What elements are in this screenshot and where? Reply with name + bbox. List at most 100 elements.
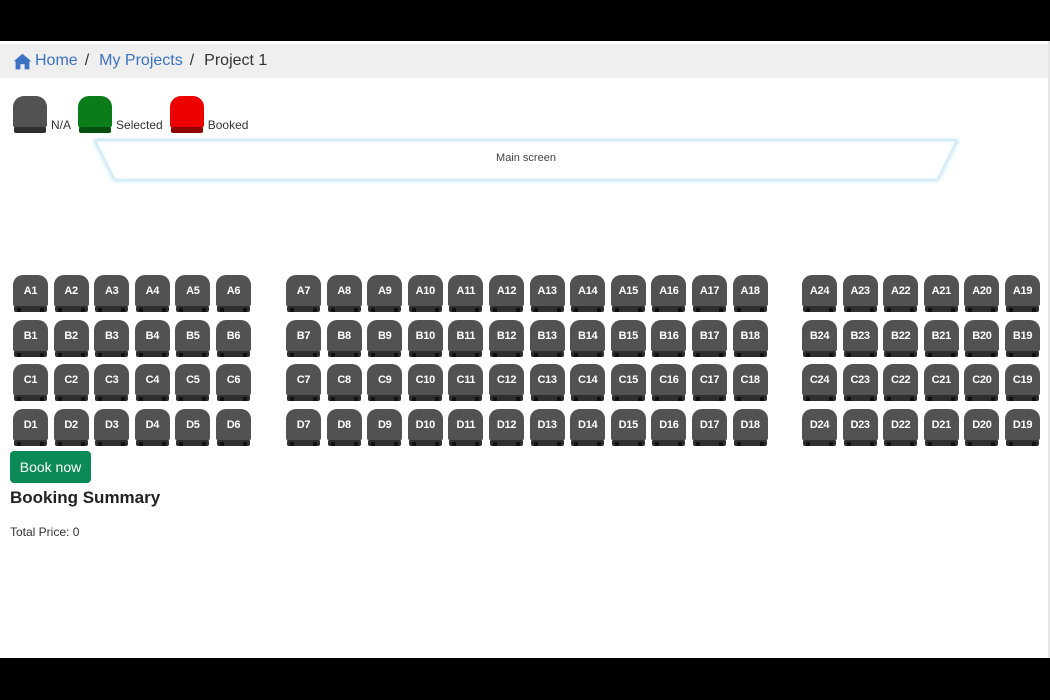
- seat-b7[interactable]: B7: [286, 320, 321, 358]
- seat-d6[interactable]: D6: [216, 409, 251, 447]
- seat-a1[interactable]: A1: [13, 275, 48, 313]
- seat-d17[interactable]: D17: [692, 409, 727, 447]
- seat-c15[interactable]: C15: [610, 364, 646, 402]
- seat-a14[interactable]: A14: [570, 275, 606, 313]
- seat-b10[interactable]: B10: [407, 320, 443, 358]
- seat-c4[interactable]: C4: [134, 364, 170, 402]
- seat-a17[interactable]: A17: [692, 275, 727, 313]
- seat-a11[interactable]: A11: [448, 275, 484, 313]
- seat-c13[interactable]: C13: [529, 364, 565, 402]
- seat-b21[interactable]: B21: [923, 320, 959, 358]
- seat-b2[interactable]: B2: [53, 320, 89, 358]
- seat-d9[interactable]: D9: [367, 409, 403, 447]
- seat-b23[interactable]: B23: [842, 320, 878, 358]
- seat-c16[interactable]: C16: [651, 364, 687, 402]
- seat-b20[interactable]: B20: [964, 320, 1000, 358]
- seat-c24[interactable]: C24: [802, 364, 837, 402]
- seat-a21[interactable]: A21: [923, 275, 959, 313]
- seat-c1[interactable]: C1: [13, 364, 48, 402]
- seat-a5[interactable]: A5: [175, 275, 211, 313]
- seat-b22[interactable]: B22: [883, 320, 919, 358]
- seat-d13[interactable]: D13: [529, 409, 565, 447]
- seat-c5[interactable]: C5: [175, 364, 211, 402]
- seat-a19[interactable]: A19: [1005, 275, 1040, 313]
- seat-c23[interactable]: C23: [842, 364, 878, 402]
- seat-a7[interactable]: A7: [286, 275, 321, 313]
- seat-a20[interactable]: A20: [964, 275, 1000, 313]
- seat-a12[interactable]: A12: [489, 275, 524, 313]
- seat-d1[interactable]: D1: [13, 409, 48, 447]
- seat-b3[interactable]: B3: [94, 320, 130, 358]
- seat-d11[interactable]: D11: [448, 409, 484, 447]
- seat-b19[interactable]: B19: [1005, 320, 1040, 358]
- seat-label: C6: [226, 374, 241, 386]
- breadcrumb-home-link[interactable]: Home: [13, 52, 78, 70]
- seat-d22[interactable]: D22: [883, 409, 919, 447]
- seat-c8[interactable]: C8: [326, 364, 362, 402]
- seat-c21[interactable]: C21: [923, 364, 959, 402]
- seat-c9[interactable]: C9: [367, 364, 403, 402]
- seat-c2[interactable]: C2: [53, 364, 89, 402]
- seat-b1[interactable]: B1: [13, 320, 48, 358]
- seat-a16[interactable]: A16: [651, 275, 687, 313]
- seat-b14[interactable]: B14: [570, 320, 606, 358]
- seat-b15[interactable]: B15: [610, 320, 646, 358]
- seat-c3[interactable]: C3: [94, 364, 130, 402]
- seat-d21[interactable]: D21: [923, 409, 959, 447]
- seat-d18[interactable]: D18: [732, 409, 768, 447]
- seat-c17[interactable]: C17: [692, 364, 727, 402]
- seat-c7[interactable]: C7: [286, 364, 321, 402]
- seat-c12[interactable]: C12: [489, 364, 524, 402]
- seat-d4[interactable]: D4: [134, 409, 170, 447]
- seat-d5[interactable]: D5: [175, 409, 211, 447]
- seat-a22[interactable]: A22: [883, 275, 919, 313]
- seat-a6[interactable]: A6: [216, 275, 251, 313]
- seat-c19[interactable]: C19: [1005, 364, 1040, 402]
- seat-c18[interactable]: C18: [732, 364, 768, 402]
- seat-b18[interactable]: B18: [732, 320, 768, 358]
- seat-a24[interactable]: A24: [802, 275, 837, 313]
- seat-a23[interactable]: A23: [842, 275, 878, 313]
- seat-d19[interactable]: D19: [1005, 409, 1040, 447]
- seat-c22[interactable]: C22: [883, 364, 919, 402]
- seat-a9[interactable]: A9: [367, 275, 403, 313]
- seat-d14[interactable]: D14: [570, 409, 606, 447]
- seat-c6[interactable]: C6: [216, 364, 251, 402]
- seat-d8[interactable]: D8: [326, 409, 362, 447]
- seat-b13[interactable]: B13: [529, 320, 565, 358]
- seat-c20[interactable]: C20: [964, 364, 1000, 402]
- seat-a15[interactable]: A15: [610, 275, 646, 313]
- seat-b9[interactable]: B9: [367, 320, 403, 358]
- book-now-button[interactable]: Book now: [10, 451, 91, 483]
- seat-d12[interactable]: D12: [489, 409, 524, 447]
- seat-b16[interactable]: B16: [651, 320, 687, 358]
- seat-c10[interactable]: C10: [407, 364, 443, 402]
- seat-a2[interactable]: A2: [53, 275, 89, 313]
- seat-d2[interactable]: D2: [53, 409, 89, 447]
- seat-d16[interactable]: D16: [651, 409, 687, 447]
- seat-a18[interactable]: A18: [732, 275, 768, 313]
- seat-b6[interactable]: B6: [216, 320, 251, 358]
- seat-b5[interactable]: B5: [175, 320, 211, 358]
- seat-c11[interactable]: C11: [448, 364, 484, 402]
- seat-d20[interactable]: D20: [964, 409, 1000, 447]
- seat-a10[interactable]: A10: [407, 275, 443, 313]
- seat-b17[interactable]: B17: [692, 320, 727, 358]
- seat-d7[interactable]: D7: [286, 409, 321, 447]
- seat-a3[interactable]: A3: [94, 275, 130, 313]
- seat-d10[interactable]: D10: [407, 409, 443, 447]
- seat-d24[interactable]: D24: [802, 409, 837, 447]
- seat-b12[interactable]: B12: [489, 320, 524, 358]
- breadcrumb-projects-link[interactable]: My Projects: [99, 52, 183, 70]
- seat-a8[interactable]: A8: [326, 275, 362, 313]
- seat-b11[interactable]: B11: [448, 320, 484, 358]
- seat-b4[interactable]: B4: [134, 320, 170, 358]
- seat-b8[interactable]: B8: [326, 320, 362, 358]
- seat-b24[interactable]: B24: [802, 320, 837, 358]
- seat-d3[interactable]: D3: [94, 409, 130, 447]
- seat-a13[interactable]: A13: [529, 275, 565, 313]
- seat-d15[interactable]: D15: [610, 409, 646, 447]
- seat-c14[interactable]: C14: [570, 364, 606, 402]
- seat-d23[interactable]: D23: [842, 409, 878, 447]
- seat-a4[interactable]: A4: [134, 275, 170, 313]
